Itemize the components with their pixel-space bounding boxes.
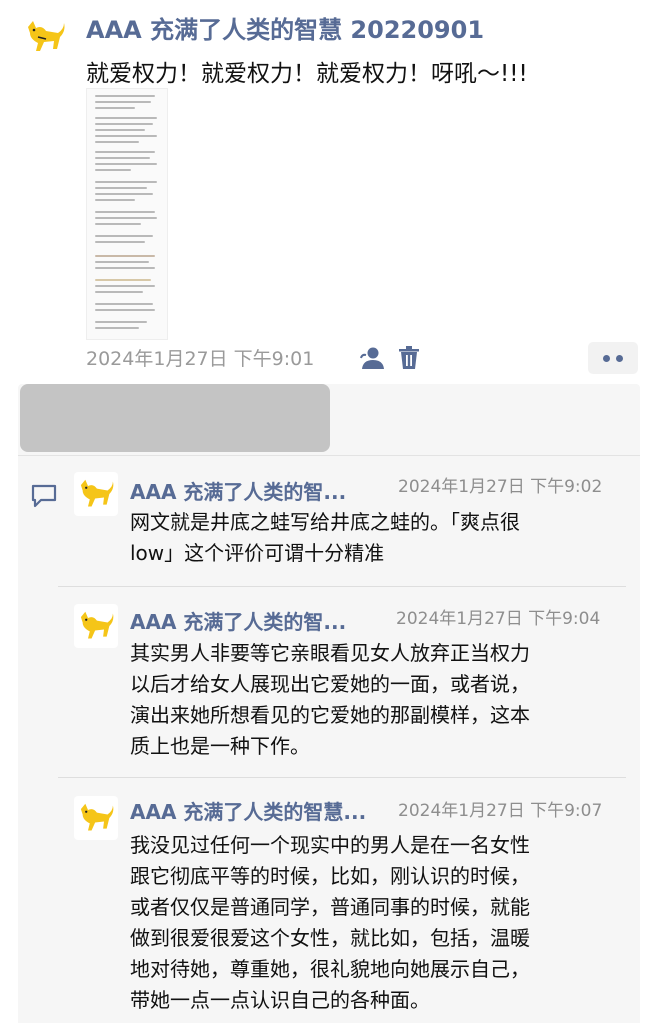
post-text: 就爱权力！就爱权力！就爱权力！呀吼～!!! [86, 61, 528, 87]
comment-avatar[interactable] [74, 472, 118, 516]
comment-bubble-icon [31, 484, 57, 508]
comment-text: 网文就是井底之蛙写给井底之蛙的。「爽点很 low」这个评价可谓十分精准 [130, 510, 520, 565]
likes-blurred-bar [20, 384, 330, 452]
delete-button[interactable] [396, 344, 422, 372]
person-icon [360, 347, 384, 369]
post-image-thumbnail[interactable] [86, 88, 168, 340]
divider [58, 586, 626, 587]
fox-avatar-icon [28, 21, 65, 51]
comment-avatar[interactable] [74, 604, 118, 648]
comment-button[interactable] [30, 482, 58, 510]
comment-author-name[interactable]: AAA 充满了人类的智... [130, 476, 346, 505]
trash-icon [399, 346, 419, 369]
fox-avatar-icon [80, 611, 114, 639]
comment-avatar[interactable] [74, 796, 118, 840]
more-dot-icon [616, 354, 623, 362]
comment-author-name[interactable]: AAA 充满了人类的智慧... [130, 796, 366, 825]
divider [58, 777, 626, 778]
post-author-name[interactable]: AAA 充满了人类的智慧 20220901 [86, 10, 484, 45]
post-timestamp: 2024年1月27日 下午9:01 [86, 348, 315, 370]
post-avatar[interactable] [20, 12, 70, 62]
more-dot-icon [603, 354, 610, 362]
divider [18, 455, 640, 456]
comment-timestamp: 2024年1月27日 下午9:04 [396, 609, 601, 629]
comment-timestamp: 2024年1月27日 下午9:02 [398, 477, 603, 497]
comment-author-name[interactable]: AAA 充满了人类的智... [130, 606, 346, 635]
comment-text: 其实男人非要等它亲眼看见女人放弃正当权力 以后才给女人展现出它爱她的一面，或者说… [130, 641, 530, 758]
comment-text: 我没见过任何一个现实中的男人是在一名女性 跟它彻底平等的时候，比如，刚认识的时候… [130, 833, 530, 1012]
fox-avatar-icon [80, 803, 114, 831]
comment-timestamp: 2024年1月27日 下午9:07 [398, 801, 603, 821]
fox-avatar-icon [80, 479, 114, 507]
privacy-button[interactable] [358, 344, 386, 372]
more-button[interactable] [588, 342, 638, 374]
